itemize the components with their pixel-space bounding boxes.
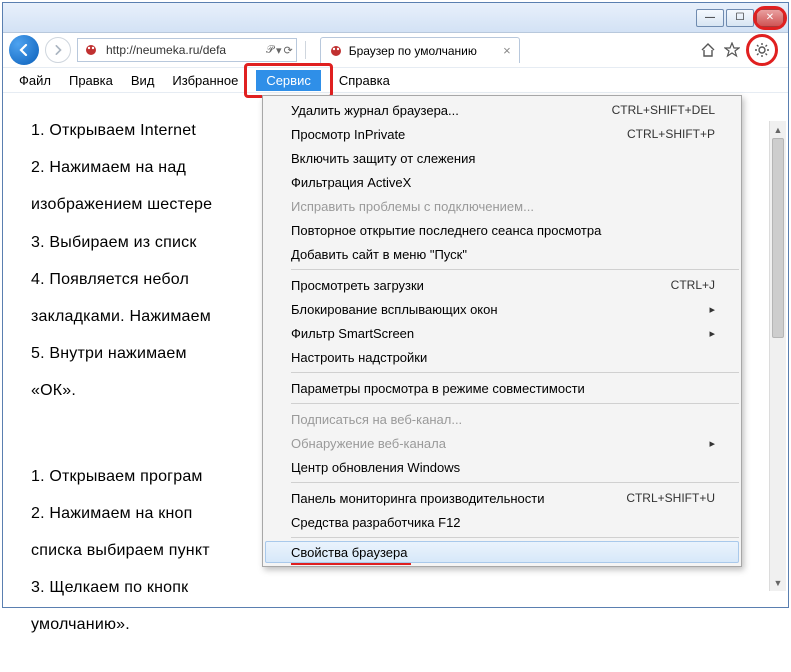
dropdown-item[interactable]: Параметры просмотра в режиме совместимос… [263, 376, 741, 400]
dropdown-item[interactable]: Фильтрация ActiveX [263, 170, 741, 194]
menu-edit[interactable]: Правка [61, 70, 121, 91]
tab-close-button[interactable]: × [503, 43, 511, 58]
separator [305, 41, 306, 59]
dropdown-item-label: Фильтрация ActiveX [291, 175, 411, 190]
dropdown-item-label: Центр обновления Windows [291, 460, 460, 475]
dropdown-item[interactable]: Свойства браузера [265, 541, 739, 563]
menu-view[interactable]: Вид [123, 70, 163, 91]
menu-separator [291, 482, 739, 483]
home-icon[interactable] [700, 42, 716, 58]
dropdown-item-label: Просмотреть загрузки [291, 278, 424, 293]
menu-separator [291, 372, 739, 373]
dropdown-item[interactable]: Панель мониторинга производительности CTR… [263, 486, 741, 510]
menu-separator [291, 537, 739, 538]
dropdown-item-label: Средства разработчика F12 [291, 515, 461, 530]
dropdown-item[interactable]: Повторное открытие последнего сеанса про… [263, 218, 741, 242]
content-line: умолчанию». [31, 611, 760, 638]
close-button[interactable]: ✕ [756, 9, 784, 27]
vertical-scrollbar[interactable]: ▲ ▼ [769, 121, 786, 591]
dropdown-item-label: Фильтр SmartScreen [291, 326, 414, 341]
dropdown-item[interactable]: Настроить надстройки [263, 345, 741, 369]
menu-separator [291, 269, 739, 270]
active-tab[interactable]: Браузер по умолчанию × [320, 37, 520, 63]
forward-button[interactable] [45, 37, 71, 63]
dropdown-item-label: Свойства браузера [291, 545, 407, 560]
dropdown-item-label: Удалить журнал браузера... [291, 103, 459, 118]
menu-favorites[interactable]: Избранное [164, 70, 246, 91]
shortcut-label: CTRL+J [671, 278, 715, 292]
menu-separator [291, 403, 739, 404]
menu-tools-wrap: Сервис [248, 67, 329, 94]
highlight-circle [753, 6, 787, 30]
minimize-button[interactable]: — [696, 9, 724, 27]
favorites-star-icon[interactable] [724, 42, 740, 58]
url-input[interactable] [104, 43, 263, 57]
dropdown-item[interactable]: Включить защиту от слежения [263, 146, 741, 170]
address-tools: 𝒫 ▾ ⟳ [263, 44, 296, 57]
dropdown-item[interactable]: Удалить журнал браузера... CTRL+SHIFT+DEL [263, 98, 741, 122]
arrow-left-icon [18, 44, 30, 56]
dropdown-item[interactable]: Блокирование всплывающих окон [263, 297, 741, 321]
menu-bar: Файл Правка Вид Избранное Сервис Справка [3, 67, 788, 93]
dropdown-item-label: Панель мониторинга производительности [291, 491, 545, 506]
tools-dropdown: Удалить журнал браузера... CTRL+SHIFT+DEL… [262, 95, 742, 567]
tab-favicon [329, 44, 343, 58]
dropdown-item[interactable]: Фильтр SmartScreen [263, 321, 741, 345]
dropdown-item[interactable]: Просмотреть загрузки CTRL+J [263, 273, 741, 297]
settings-gear-wrap[interactable] [748, 36, 776, 64]
dropdown-item[interactable]: Центр обновления Windows [263, 455, 741, 479]
dropdown-item-label: Повторное открытие последнего сеанса про… [291, 223, 601, 238]
dropdown-item-label: Просмотр InPrivate [291, 127, 405, 142]
tab-bar: Браузер по умолчанию × [320, 37, 694, 63]
dropdown-item[interactable]: Средства разработчика F12 [263, 510, 741, 534]
menu-tools[interactable]: Сервис [256, 70, 321, 91]
dropdown-item-label: Включить защиту от слежения [291, 151, 475, 166]
scroll-down-icon[interactable]: ▼ [770, 574, 786, 591]
content-line: 3. Щелкаем по кнопк [31, 574, 760, 601]
menu-file[interactable]: Файл [11, 70, 59, 91]
toolbar-right [700, 36, 782, 64]
search-icon[interactable]: 𝒫 [266, 44, 274, 57]
dropdown-item-label: Параметры просмотра в режиме совместимос… [291, 381, 585, 396]
scroll-thumb[interactable] [772, 138, 784, 338]
navigation-bar: 𝒫 ▾ ⟳ Браузер по умолчанию × [3, 33, 788, 67]
site-icon [81, 40, 101, 60]
refresh-icon[interactable]: ⟳ [283, 44, 292, 57]
window-titlebar: — ☐ ✕ [3, 3, 788, 33]
dropdown-item-label: Добавить сайт в меню "Пуск" [291, 247, 467, 262]
back-button[interactable] [9, 35, 39, 65]
scroll-up-icon[interactable]: ▲ [770, 121, 786, 138]
maximize-icon: ☐ [736, 12, 745, 23]
tab-title: Браузер по умолчанию [349, 44, 477, 58]
minimize-icon: — [705, 12, 715, 23]
dropdown-item[interactable]: Добавить сайт в меню "Пуск" [263, 242, 741, 266]
shortcut-label: CTRL+SHIFT+DEL [612, 103, 715, 117]
dropdown-item: Подписаться на веб-канал... [263, 407, 741, 431]
address-bar[interactable]: 𝒫 ▾ ⟳ [77, 38, 297, 62]
highlight-circle [746, 34, 778, 66]
dropdown-item-label: Подписаться на веб-канал... [291, 412, 462, 427]
dropdown-item-label: Обнаружение веб-канала [291, 436, 446, 451]
dropdown-item-label: Блокирование всплывающих окон [291, 302, 498, 317]
arrow-right-icon [53, 45, 63, 55]
dropdown-item[interactable]: Просмотр InPrivate CTRL+SHIFT+P [263, 122, 741, 146]
menu-help[interactable]: Справка [331, 70, 398, 91]
dropdown-item-label: Настроить надстройки [291, 350, 427, 365]
dropdown-item: Исправить проблемы с подключением... [263, 194, 741, 218]
dropdown-item-label: Исправить проблемы с подключением... [291, 199, 534, 214]
shortcut-label: CTRL+SHIFT+U [626, 491, 715, 505]
browser-window: — ☐ ✕ 𝒫 ▾ ⟳ [2, 2, 789, 608]
maximize-button[interactable]: ☐ [726, 9, 754, 27]
shortcut-label: CTRL+SHIFT+P [627, 127, 715, 141]
dropdown-item: Обнаружение веб-канала [263, 431, 741, 455]
